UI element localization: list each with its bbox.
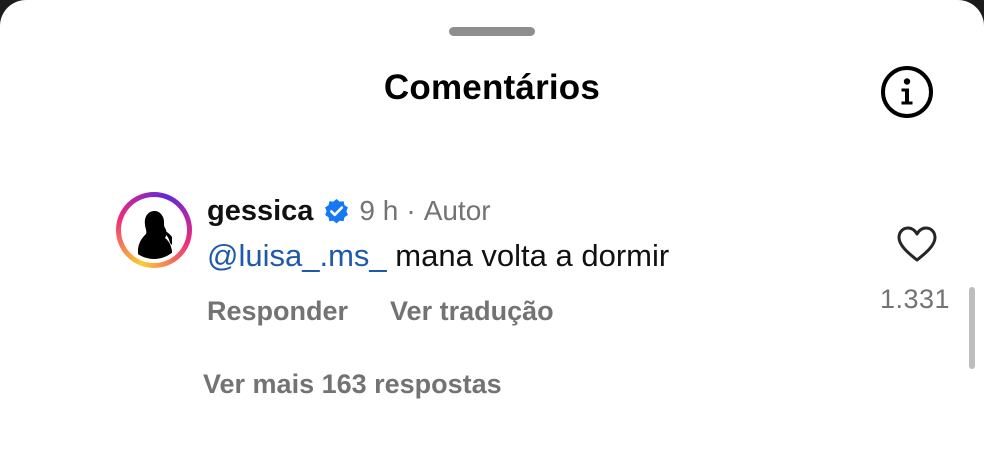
sheet-drag-handle[interactable] bbox=[449, 27, 535, 36]
avatar-silhouette bbox=[125, 201, 183, 259]
like-button[interactable] bbox=[896, 225, 938, 263]
like-count: 1.331 bbox=[879, 284, 951, 314]
heart-outline-icon bbox=[897, 226, 937, 262]
comment-time: 9 h bbox=[359, 195, 399, 226]
comment-actions: Responder Ver tradução bbox=[207, 296, 596, 327]
verified-badge-icon bbox=[325, 198, 349, 223]
username-link[interactable]: gessica bbox=[207, 195, 313, 228]
scrollbar[interactable] bbox=[969, 287, 975, 369]
meta-separator: · bbox=[406, 195, 416, 226]
info-circle-icon bbox=[881, 66, 933, 118]
mention-link[interactable]: @luisa_.ms_ bbox=[207, 238, 387, 273]
author-label: Autor bbox=[423, 195, 491, 226]
info-button[interactable] bbox=[880, 65, 934, 119]
comments-sheet: Comentários gessica 9 h · Autor @luisa_.… bbox=[0, 0, 984, 458]
comment-text: @luisa_.ms_ mana volta a dormir bbox=[207, 238, 669, 274]
see-translation-button[interactable]: Ver tradução bbox=[390, 296, 554, 327]
view-more-replies-button[interactable]: Ver mais 163 respostas bbox=[203, 369, 502, 400]
comment-body: mana volta a dormir bbox=[386, 238, 670, 273]
reply-button[interactable]: Responder bbox=[207, 296, 348, 327]
page-title: Comentários bbox=[383, 68, 601, 107]
comment-meta: gessica 9 h · Autor bbox=[207, 193, 491, 229]
avatar[interactable] bbox=[116, 192, 192, 268]
